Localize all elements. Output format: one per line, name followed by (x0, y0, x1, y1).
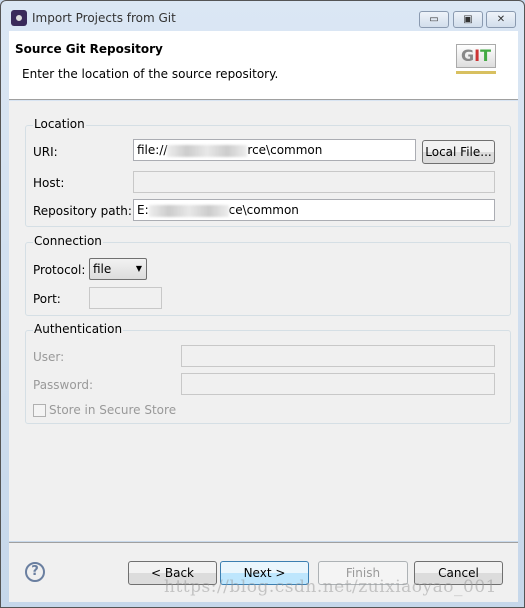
repo-path-label: Repository path: (33, 204, 132, 218)
help-icon[interactable]: ? (25, 562, 45, 582)
location-group: Location URI: file://rce\common Local Fi… (25, 117, 511, 227)
eclipse-icon (11, 10, 27, 26)
maximize-icon: ▣ (463, 14, 473, 25)
uri-input[interactable]: file://rce\common (133, 139, 416, 161)
host-label: Host: (33, 176, 65, 190)
wizard-footer: ? < Back Next > Finish Cancel https://bl… (9, 542, 518, 602)
title-bar: Import Projects from Git (11, 10, 176, 26)
connection-label: Connection (33, 234, 103, 248)
authentication-label: Authentication (33, 322, 124, 336)
port-label: Port: (33, 292, 61, 306)
user-label: User: (33, 350, 65, 364)
close-button[interactable]: ✕ (486, 11, 516, 28)
page-description: Enter the location of the source reposit… (22, 67, 279, 81)
page-title: Source Git Repository (15, 42, 163, 56)
wizard-header: Source Git Repository Enter the location… (9, 31, 518, 100)
wizard-content: Location URI: file://rce\common Local Fi… (9, 101, 518, 541)
watermark: https://blog.csdn.net/zuixiaoyao_001 (164, 577, 497, 597)
user-input[interactable] (181, 345, 495, 367)
protocol-label: Protocol: (33, 263, 86, 277)
close-icon: ✕ (496, 14, 506, 25)
git-icon-bar (456, 71, 496, 74)
window-title: Import Projects from Git (32, 11, 176, 25)
password-input[interactable] (181, 373, 495, 395)
store-checkbox[interactable] (33, 404, 46, 417)
maximize-button[interactable]: ▣ (453, 11, 483, 28)
minimize-icon: ▭ (429, 14, 439, 25)
connection-group: Connection Protocol: file ▼ Port: (25, 234, 511, 316)
dialog-window: Import Projects from Git ▭ ▣ ✕ Source Gi… (0, 0, 525, 608)
password-label: Password: (33, 378, 94, 392)
local-file-button[interactable]: Local File... (422, 140, 495, 164)
repo-path-input[interactable]: E: ce\common (133, 199, 495, 221)
location-label: Location (33, 117, 86, 131)
minimize-button[interactable]: ▭ (419, 11, 449, 28)
host-input[interactable] (133, 171, 495, 193)
port-input[interactable] (89, 287, 162, 309)
uri-label: URI: (33, 145, 58, 159)
chevron-down-icon: ▼ (135, 264, 142, 273)
git-icon: GIT (456, 44, 496, 68)
store-label: Store in Secure Store (49, 403, 177, 417)
protocol-select[interactable]: file ▼ (89, 258, 147, 280)
authentication-group: Authentication User: Password: Store in … (25, 322, 511, 424)
